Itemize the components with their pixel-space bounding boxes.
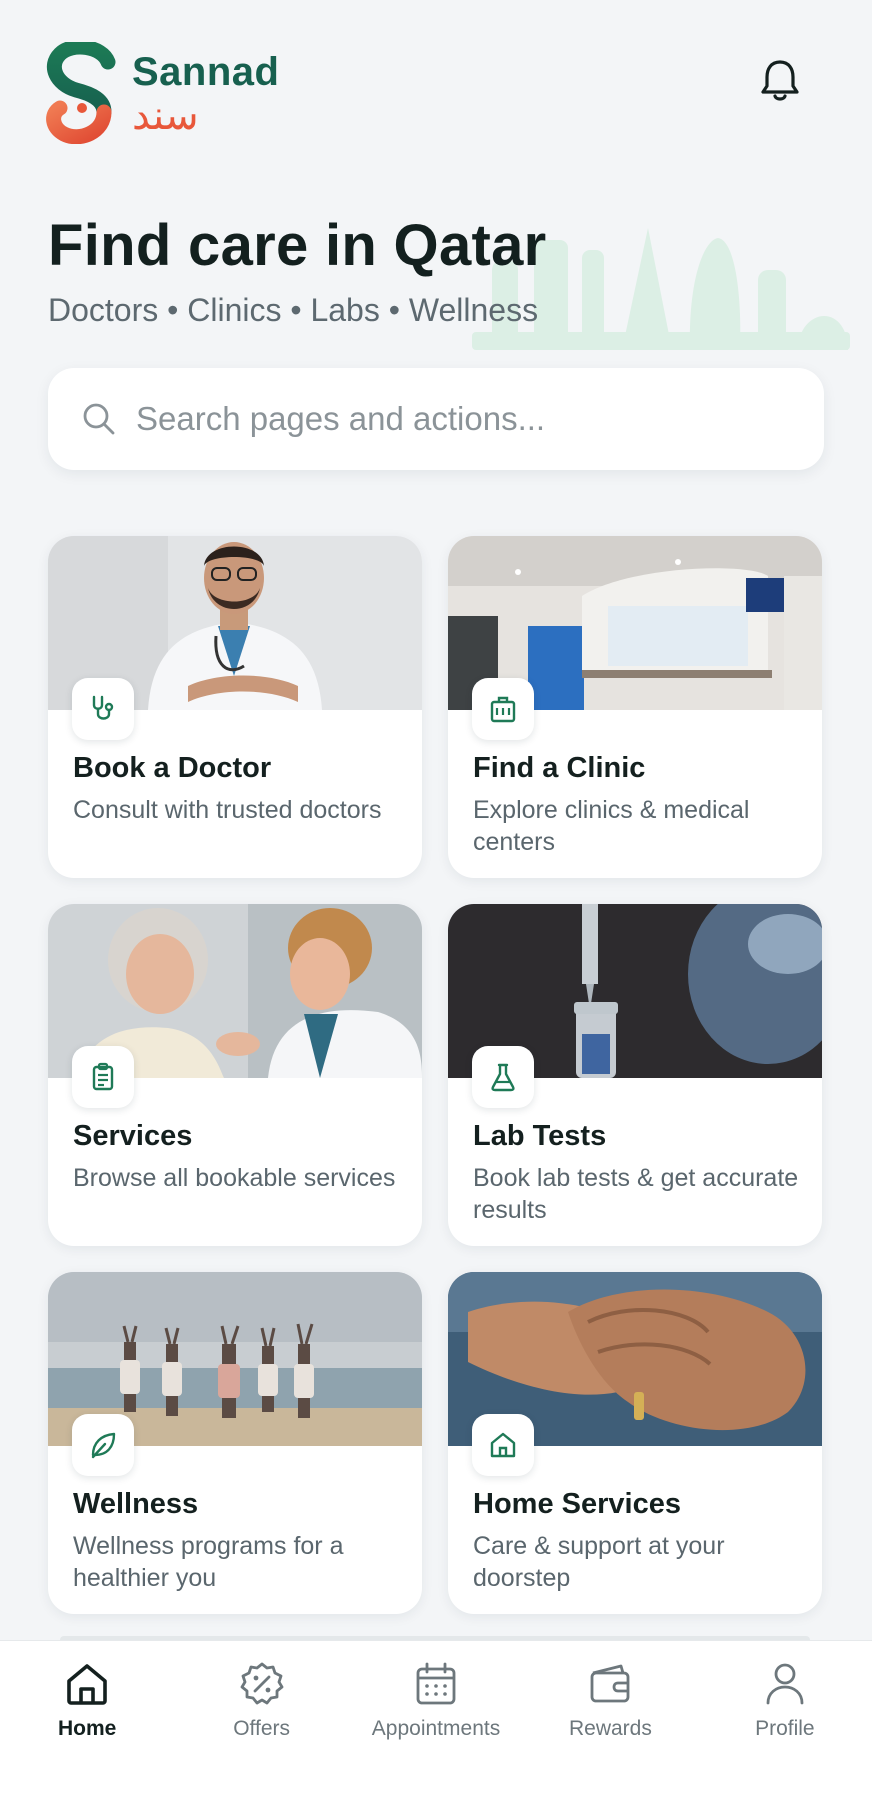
card-home-services[interactable]: Home Services Care & support at your doo… (448, 1272, 822, 1614)
card-title: Find a Clinic (473, 752, 646, 784)
calendar-icon (416, 1662, 456, 1705)
nav-label: Rewards (568, 1717, 652, 1740)
card-description: Consult with trusted doctors (73, 796, 382, 824)
card-services[interactable]: Services Browse all bookable services (48, 904, 422, 1246)
page-subtitle: Doctors • Clinics • Labs • Wellness (48, 292, 539, 328)
brand-name-en: Sannad (132, 50, 280, 94)
card-book-doctor[interactable]: Book a Doctor Consult with trusted docto… (48, 536, 422, 878)
logo-mark-icon (46, 42, 116, 144)
discount-badge-icon (240, 1662, 284, 1705)
bell-icon[interactable] (758, 56, 802, 104)
card-title: Home Services (473, 1488, 681, 1520)
home-icon (67, 1664, 108, 1705)
card-description: Care & support at your doorstep (473, 1532, 725, 1592)
search-input[interactable] (136, 400, 796, 438)
nav-item-appointments[interactable]: Appointments (349, 1641, 523, 1802)
card-lab-tests[interactable]: Lab Tests Book lab tests & get accurate … (448, 904, 822, 1246)
card-title: Wellness (73, 1488, 199, 1520)
card-icon-badge (472, 678, 534, 740)
bottom-nav: Home Offers Appointments Rewards Profile (0, 1640, 872, 1802)
card-icon-badge (472, 1046, 534, 1108)
stethoscope-icon (92, 695, 114, 720)
building-icon (490, 696, 516, 723)
card-find-clinic[interactable]: Find a Clinic Explore clinics & medical … (448, 536, 822, 878)
card-wellness[interactable]: Wellness Wellness programs for a healthi… (48, 1272, 422, 1614)
nav-label: Offers (233, 1717, 290, 1740)
card-description: Book lab tests & get accurate results (473, 1164, 799, 1224)
nav-item-profile[interactable]: Profile (698, 1641, 872, 1802)
card-title: Services (73, 1120, 193, 1152)
search-bar[interactable] (48, 368, 824, 470)
card-title: Lab Tests (473, 1120, 607, 1152)
nav-item-offers[interactable]: Offers (174, 1641, 348, 1802)
nav-item-home[interactable]: Home (0, 1641, 174, 1802)
clipboard-icon (92, 1062, 114, 1091)
leaf-icon (91, 1432, 116, 1459)
page-title: Find care in Qatar (48, 213, 547, 278)
sannad-logo: Sannad سند (46, 42, 279, 144)
card-icon-badge (72, 1046, 134, 1108)
card-description: Browse all bookable services (73, 1164, 396, 1192)
nav-label: Profile (755, 1717, 815, 1740)
house-icon (490, 1432, 516, 1458)
card-title: Book a Doctor (73, 752, 272, 784)
flask-icon (491, 1063, 515, 1092)
card-description: Explore clinics & medical centers (473, 796, 750, 856)
search-icon (83, 403, 115, 435)
user-icon (766, 1663, 804, 1705)
app-header: Sannad سند (0, 0, 872, 160)
card-description: Wellness programs for a healthier you (73, 1532, 344, 1592)
nav-label: Appointments (371, 1717, 501, 1740)
nav-item-rewards[interactable]: Rewards (523, 1641, 697, 1802)
card-icon-badge (472, 1414, 534, 1476)
wallet-icon (591, 1664, 630, 1703)
nav-label: Home (58, 1717, 117, 1740)
brand-name-ar: سند (132, 93, 199, 139)
card-icon-badge (72, 1414, 134, 1476)
card-icon-badge (72, 678, 134, 740)
